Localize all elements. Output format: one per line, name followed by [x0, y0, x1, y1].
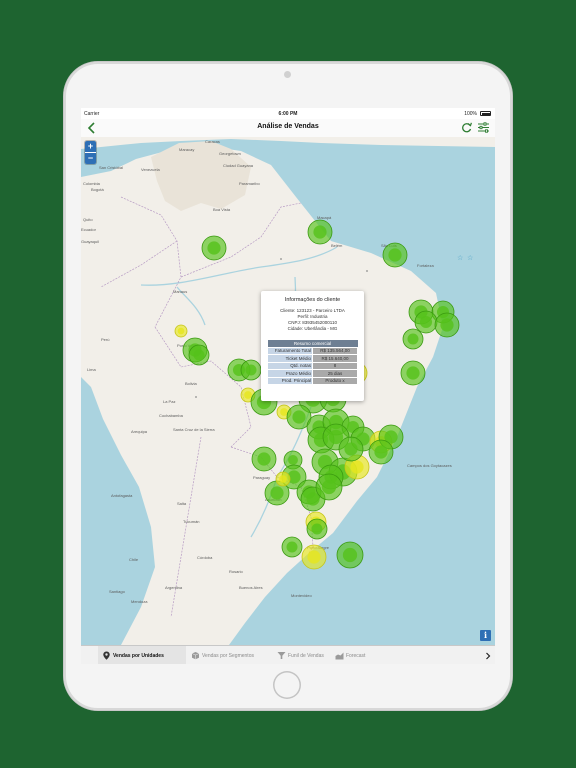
sales-marker[interactable] — [400, 360, 426, 386]
sales-marker[interactable] — [240, 359, 262, 381]
chart-icon — [335, 652, 344, 660]
tabs-next-button[interactable] — [481, 646, 495, 664]
tab-vendas-por-unidades[interactable]: Vendas por Unidades — [98, 646, 186, 664]
home-button[interactable] — [273, 671, 301, 699]
sales-marker[interactable] — [307, 219, 333, 245]
zoom-control: + − — [85, 141, 96, 164]
map-pin-icon — [103, 651, 110, 660]
summary-label: Ticket Médio — [267, 354, 313, 363]
sales-marker[interactable] — [174, 324, 188, 338]
refresh-icon[interactable] — [460, 121, 473, 134]
sales-marker[interactable] — [434, 312, 460, 338]
client-info-popup: Informações do cliente Cliente: 123123 -… — [261, 291, 364, 401]
sales-marker[interactable] — [336, 541, 364, 569]
summary-label: Prod. Principal — [267, 376, 313, 385]
chevron-right-icon — [486, 652, 491, 659]
summary-value: 8 — [312, 361, 358, 370]
funnel-icon — [277, 652, 286, 659]
battery-percent: 100% — [464, 111, 477, 117]
sales-marker[interactable] — [315, 473, 343, 501]
sales-map[interactable]: ☆ ☆ Caracas Georgetown Paramaribo Colombia B… — [81, 137, 495, 645]
app-screen: Carrier 6:00 PM 100% Análise de Vendas ☆… — [81, 108, 495, 664]
page-title: Análise de Vendas — [257, 123, 319, 130]
navigation-bar: Análise de Vendas — [81, 119, 495, 138]
zoom-in-button[interactable]: + — [85, 141, 96, 152]
tab-forecast[interactable]: Forecast — [331, 646, 391, 664]
sales-marker[interactable] — [338, 436, 364, 462]
tab-vendas-por-segmentos[interactable]: Vendas por Segmentos — [187, 646, 271, 664]
sales-marker[interactable] — [188, 344, 210, 366]
summary-value: 25 dias — [312, 369, 358, 378]
sales-marker[interactable] — [275, 471, 291, 487]
map-info-button[interactable]: i — [480, 630, 491, 641]
summary-label: Faturamento Total — [267, 346, 313, 355]
summary-label: Prazo Médio — [267, 369, 313, 378]
table-row: Faturamento Total R$ 135.564,00 — [267, 346, 358, 355]
summary-value: Produto x — [312, 376, 358, 385]
summary-label: Qtd. notas — [267, 361, 313, 370]
popup-cidade: Cidade: Uberlândia - MG — [287, 326, 338, 331]
status-bar: Carrier 6:00 PM 100% — [81, 108, 495, 119]
clock: 6:00 PM — [278, 111, 298, 117]
tab-label: Vendas por Unidades — [113, 652, 164, 659]
sales-marker[interactable] — [306, 518, 328, 540]
table-row: Qtd. notas 8 — [267, 361, 358, 370]
sales-marker[interactable] — [251, 446, 277, 472]
sales-marker[interactable] — [281, 536, 303, 558]
summary-value: R$ 135.564,00 — [312, 346, 358, 355]
zoom-out-button[interactable]: − — [85, 152, 96, 164]
tab-funil-de-vendas[interactable]: Funil de Vendas — [273, 646, 335, 664]
sliders-icon[interactable] — [477, 121, 490, 134]
ipad-frame: Carrier 6:00 PM 100% Análise de Vendas ☆… — [64, 62, 512, 710]
tab-label: Forecast — [346, 652, 366, 659]
box-icon — [191, 652, 200, 660]
sales-marker[interactable] — [414, 310, 438, 334]
summary-header: Resumo comercial — [267, 340, 358, 347]
camera — [284, 71, 291, 78]
sales-marker[interactable] — [368, 439, 394, 465]
table-row: Ticket Médio R$ 15.640,00 — [267, 354, 358, 363]
tab-label: Vendas por Segmentos — [202, 652, 254, 659]
sales-marker[interactable] — [402, 328, 424, 350]
table-row: Prazo Médio 25 dias — [267, 369, 358, 378]
sales-marker[interactable] — [201, 235, 227, 261]
summary-value: R$ 15.640,00 — [312, 354, 358, 363]
bottom-tab-bar: Vendas por Unidades Vendas por Segmentos… — [81, 645, 495, 664]
sales-marker[interactable] — [382, 242, 408, 268]
popup-title: Informações do cliente — [284, 297, 341, 303]
battery-icon — [480, 111, 491, 116]
table-row: Prod. Principal Produto x — [267, 376, 358, 385]
commercial-summary-table: Resumo comercial Faturamento Total R$ 135… — [267, 340, 358, 385]
sales-marker[interactable] — [301, 544, 327, 570]
tab-label: Funil de Vendas — [288, 652, 324, 659]
